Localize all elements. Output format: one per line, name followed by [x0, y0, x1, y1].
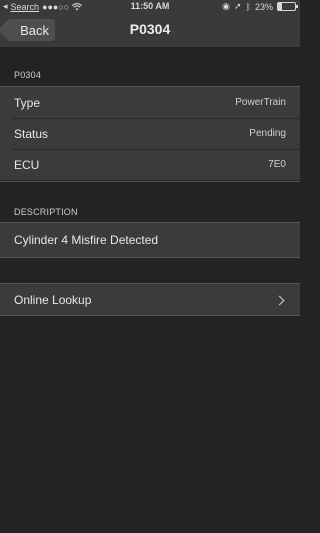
status-label: Status [14, 126, 49, 141]
section-divider [0, 315, 300, 316]
chevron-right-icon [276, 295, 286, 305]
type-value: PowerTrain [235, 97, 286, 108]
ecu-row: ECU 7E0 [0, 149, 300, 180]
back-button-label: Back [20, 22, 49, 38]
status-bar: ◂ Search ●●●○○ 11:50 AM ◉ ➚ ᛒ 23% [0, 0, 300, 14]
description-group: Cylinder 4 Misfire Detected [0, 223, 300, 257]
back-button[interactable]: Back [9, 19, 55, 41]
status-row: Status Pending [0, 118, 300, 149]
description-row: Cylinder 4 Misfire Detected [0, 223, 300, 257]
description-text: Cylinder 4 Misfire Detected [14, 233, 159, 247]
description-section-header: DESCRIPTION [14, 207, 78, 217]
code-details-group: Type PowerTrain Status Pending ECU 7E0 [0, 87, 300, 180]
location-icon: ➚ [234, 1, 242, 11]
section-divider [0, 257, 300, 258]
ecu-value: 7E0 [268, 159, 286, 170]
battery-percent: 23% [254, 1, 273, 12]
ecu-label: ECU [14, 157, 40, 172]
online-lookup-row[interactable]: Online Lookup [0, 284, 300, 315]
status-right: ◉ ➚ ᛒ 23% [222, 1, 298, 12]
online-lookup-label: Online Lookup [14, 292, 92, 307]
status-value: Pending [249, 128, 286, 139]
bluetooth-icon: ᛒ [245, 1, 251, 12]
battery-icon [277, 2, 298, 11]
navigation-bar: ◂ Search ●●●○○ 11:50 AM ◉ ➚ ᛒ 23% Back P… [0, 0, 300, 47]
type-label: Type [14, 95, 41, 110]
section-divider [0, 181, 300, 182]
lookup-group: Online Lookup [0, 284, 300, 315]
type-row: Type PowerTrain [0, 87, 300, 118]
orientation-lock-icon: ◉ [222, 1, 231, 11]
code-section-header: P0304 [14, 70, 42, 80]
